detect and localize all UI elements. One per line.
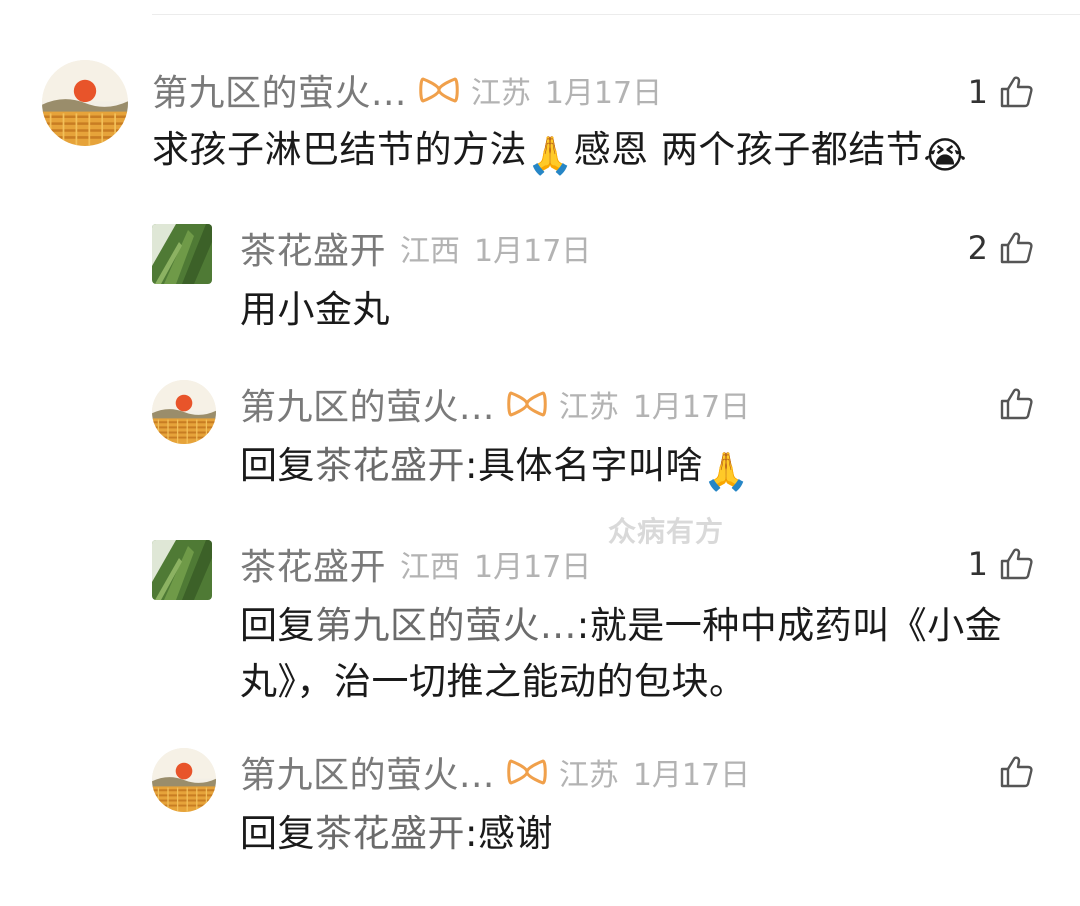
date: 1月17日: [544, 76, 663, 111]
reply-target-link[interactable]: 第九区的萤火...: [315, 604, 577, 647]
like-button[interactable]: 2: [968, 228, 1034, 268]
reply-target-link[interactable]: 茶花盛开: [315, 812, 465, 855]
pray-emoji-icon: 🙏: [702, 450, 750, 493]
username[interactable]: 茶花盛开: [240, 222, 386, 274]
reply-prefix: 回复: [240, 812, 315, 855]
location: 江西: [400, 550, 461, 585]
reply-prefix: 回复: [240, 444, 315, 487]
sunset-avatar-image: [152, 380, 216, 444]
avatar[interactable]: [152, 540, 212, 600]
username[interactable]: 茶花盛开: [240, 538, 386, 590]
comment-text-line: 回复第九区的萤火...:就是一种中成药叫《小金: [240, 598, 1040, 654]
avatar[interactable]: [152, 224, 212, 284]
pray-emoji-icon: 🙏: [527, 134, 574, 177]
location: 江苏: [558, 390, 619, 425]
like-button[interactable]: 1: [968, 544, 1034, 584]
comment-text-part: 感恩 两个孩子都结节: [573, 128, 924, 171]
location: 江苏: [558, 758, 619, 793]
date: 1月17日: [632, 390, 751, 425]
username[interactable]: 第九区的萤火...: [152, 64, 407, 116]
avatar[interactable]: [152, 380, 216, 444]
comment-meta: 茶花盛开 江西 1月17日: [240, 542, 592, 588]
location: 江西: [400, 234, 461, 269]
reply-target-link[interactable]: 茶花盛开: [315, 444, 465, 487]
grass-avatar-image: [152, 540, 212, 600]
username[interactable]: 第九区的萤火...: [240, 378, 495, 430]
like-button[interactable]: [988, 384, 1034, 424]
thumbs-up-icon: [998, 74, 1034, 110]
comment-text: 求孩子淋巴结节的方法🙏感恩 两个孩子都结节😭: [152, 122, 967, 184]
avatar[interactable]: [152, 748, 216, 812]
watermark: 众病有方: [608, 515, 725, 548]
crying-emoji-icon: 😭: [923, 134, 968, 177]
badge-icon: [507, 757, 547, 787]
comment-meta: 第九区的萤火... 江苏 1月17日: [152, 68, 663, 114]
avatar[interactable]: [42, 60, 128, 146]
grass-avatar-image: [152, 224, 212, 284]
comment-text-part: :就是一种中成药叫《小金: [576, 604, 1003, 647]
sunset-avatar-image: [42, 60, 128, 146]
comment-text: 回复第九区的萤火...:就是一种中成药叫《小金 丸》，治一切推之能动的包块。: [240, 598, 1040, 710]
sunset-avatar-image: [152, 748, 216, 812]
comment-text-part: 求孩子淋巴结节的方法: [152, 128, 527, 171]
comment-text-part: :感谢: [465, 812, 553, 855]
badge-icon: [419, 75, 459, 105]
location: 江苏: [470, 76, 531, 111]
comment-text-line: 丸》，治一切推之能动的包块。: [240, 660, 747, 703]
username[interactable]: 第九区的萤火...: [240, 746, 495, 798]
thumbs-up-icon: [998, 230, 1034, 266]
date: 1月17日: [474, 234, 592, 269]
comment-text: 回复茶花盛开:感谢: [240, 806, 553, 862]
top-divider: [152, 14, 1080, 15]
like-button[interactable]: [988, 752, 1034, 792]
thumbs-up-icon: [998, 754, 1034, 790]
date: 1月17日: [474, 550, 592, 585]
reply-prefix: 回复: [240, 604, 315, 647]
comment-meta: 茶花盛开 江西 1月17日: [240, 226, 592, 272]
comment-meta: 第九区的萤火... 江苏 1月17日: [240, 382, 751, 428]
date: 1月17日: [632, 758, 751, 793]
thumbs-up-icon: [998, 546, 1034, 582]
comment-text: 用小金丸: [240, 288, 390, 331]
like-count: 2: [967, 229, 988, 267]
comment-meta: 第九区的萤火... 江苏 1月17日: [240, 750, 751, 796]
like-count: 1: [967, 545, 988, 583]
like-count: 1: [967, 73, 988, 111]
badge-icon: [507, 389, 547, 419]
comment-text-part: :具体名字叫啥: [465, 444, 703, 487]
like-button[interactable]: 1: [968, 72, 1034, 112]
thumbs-up-icon: [998, 386, 1034, 422]
comment-text: 回复茶花盛开:具体名字叫啥🙏: [240, 438, 750, 500]
